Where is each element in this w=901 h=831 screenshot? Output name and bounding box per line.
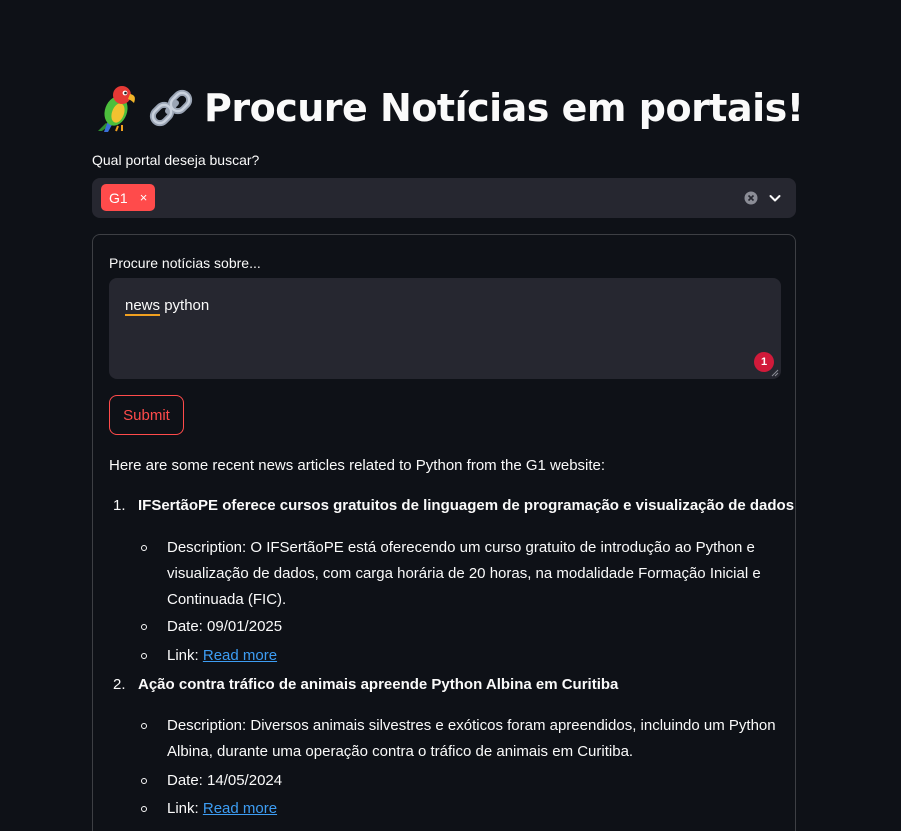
selected-tag-g1: G1 × <box>101 184 156 211</box>
link-icon <box>149 89 193 127</box>
article-date: Date: 09/01/2025 <box>167 618 283 635</box>
search-form: Procure notícias sobre... news python 1 … <box>92 234 796 831</box>
tag-remove-icon[interactable]: × <box>140 190 148 205</box>
misspelled-word: news <box>125 297 161 316</box>
article-link-row: Link: Read more <box>167 643 781 669</box>
tag-label: G1 <box>109 189 128 206</box>
textarea-text: python <box>160 297 210 314</box>
chevron-down-icon[interactable] <box>768 191 782 205</box>
bullet-icon <box>141 653 147 659</box>
link-prefix: Link: <box>167 647 203 664</box>
bullet-icon <box>141 545 147 551</box>
portal-select-label: Qual portal deseja buscar? <box>92 152 260 168</box>
read-more-link[interactable]: Read more <box>203 800 277 817</box>
results-intro: Here are some recent news articles relat… <box>109 457 606 474</box>
read-more-link[interactable]: Read more <box>203 647 277 664</box>
search-textarea[interactable]: news python 1 <box>109 278 781 379</box>
page-title: Procure Notícias em portais! <box>92 80 804 136</box>
parrot-icon <box>98 86 135 132</box>
article-number: 1. <box>113 497 126 514</box>
clear-icon[interactable] <box>744 191 758 205</box>
article-title: Ação contra tráfico de animais apreende … <box>138 676 619 693</box>
resize-handle-icon[interactable] <box>771 369 779 377</box>
search-label: Procure notícias sobre... <box>109 255 261 271</box>
app-page: Procure Notícias em portais! Qual portal… <box>0 0 901 831</box>
article-number: 2. <box>113 676 126 693</box>
bullet-icon <box>141 723 147 729</box>
article-title: IFSertãoPE oferece cursos gratuitos de l… <box>138 497 795 514</box>
bullet-icon <box>141 806 147 812</box>
bullet-icon <box>141 624 147 630</box>
submit-button[interactable]: Submit <box>109 395 184 435</box>
bullet-icon <box>141 778 147 784</box>
link-prefix: Link: <box>167 800 203 817</box>
article-link-row: Link: Read more <box>167 796 781 822</box>
page-title-text: Procure Notícias em portais! <box>204 86 804 130</box>
article-description: Description: Diversos animais silvestres… <box>167 717 776 760</box>
article-description: Description: O IFSertãoPE está oferecend… <box>167 539 761 608</box>
article-date: Date: 14/05/2024 <box>167 772 283 789</box>
portal-multiselect[interactable]: G1 × <box>92 178 796 218</box>
